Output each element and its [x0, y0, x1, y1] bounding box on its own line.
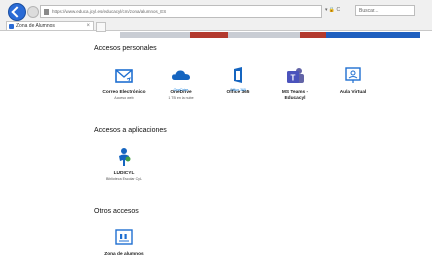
item-label-line2: Educacyl: [284, 95, 306, 101]
onedrive-brand-text: OneDrive: [173, 88, 189, 92]
svg-text:T: T: [291, 74, 296, 83]
search-input[interactable]: Buscar...: [355, 5, 415, 16]
header-segment-red: [190, 32, 228, 38]
office-icon: Office 365: [227, 66, 249, 92]
students-zone-icon: [113, 228, 135, 248]
office-brand-text: Office 365: [230, 88, 246, 92]
access-aula-virtual[interactable]: Aula Virtual: [325, 66, 381, 96]
access-correo[interactable]: Correo Electrónico Acceso web: [96, 66, 152, 100]
forward-button[interactable]: [27, 6, 39, 18]
header-segment-red-2: [300, 32, 326, 38]
virtual-classroom-icon: [342, 66, 364, 86]
item-label: Correo Electrónico: [102, 90, 146, 95]
address-tools[interactable]: ▾ 🔒 C: [325, 7, 340, 13]
teams-icon: T: [284, 66, 306, 86]
header-segment-blue: [326, 32, 420, 38]
item-sublabel: Biblioteca Escolar CyL: [106, 176, 142, 181]
access-ludicyl[interactable]: LUDICYL Biblioteca Escolar CyL: [96, 147, 152, 181]
ludicyl-figure-icon: [113, 147, 135, 167]
mail-icon: [113, 66, 135, 86]
access-office365[interactable]: Office 365 Office 365: [210, 66, 266, 96]
section-title-apps: Accesos a aplicaciones: [94, 127, 167, 134]
access-zona-alumnos[interactable]: Zona de alumnos: [96, 228, 152, 258]
favicon-icon: [9, 24, 14, 29]
browser-tab[interactable]: Zona de Alumnos ×: [6, 21, 94, 30]
access-onedrive[interactable]: OneDrive OneDrive 1 TB en la nube: [153, 66, 209, 100]
address-bar[interactable]: https://www.educa.jcyl.es/educacyl/cm/zo…: [40, 5, 322, 18]
onedrive-cloud-icon: OneDrive: [170, 66, 192, 92]
browser-chrome: https://www.educa.jcyl.es/educacyl/cm/zo…: [0, 0, 432, 32]
url-text: https://www.educa.jcyl.es/educacyl/cm/zo…: [52, 9, 167, 14]
item-label: Aula Virtual: [339, 90, 367, 95]
site-header-bar: [120, 32, 420, 38]
page-icon: [44, 8, 49, 15]
tab-title: Zona de Alumnos: [16, 23, 55, 29]
section-title-others: Otros accesos: [94, 208, 139, 215]
close-icon[interactable]: ×: [86, 22, 90, 31]
new-tab-button[interactable]: [96, 22, 106, 32]
item-sublabel: Acceso web: [114, 95, 134, 100]
back-button[interactable]: [8, 3, 26, 21]
item-sublabel: 1 TB en la nube: [168, 95, 194, 100]
item-label: Zona de alumnos: [104, 252, 144, 257]
access-teams[interactable]: T MS Teams - Educacyl: [267, 66, 323, 101]
section-title-personal: Accesos personales: [94, 45, 157, 52]
